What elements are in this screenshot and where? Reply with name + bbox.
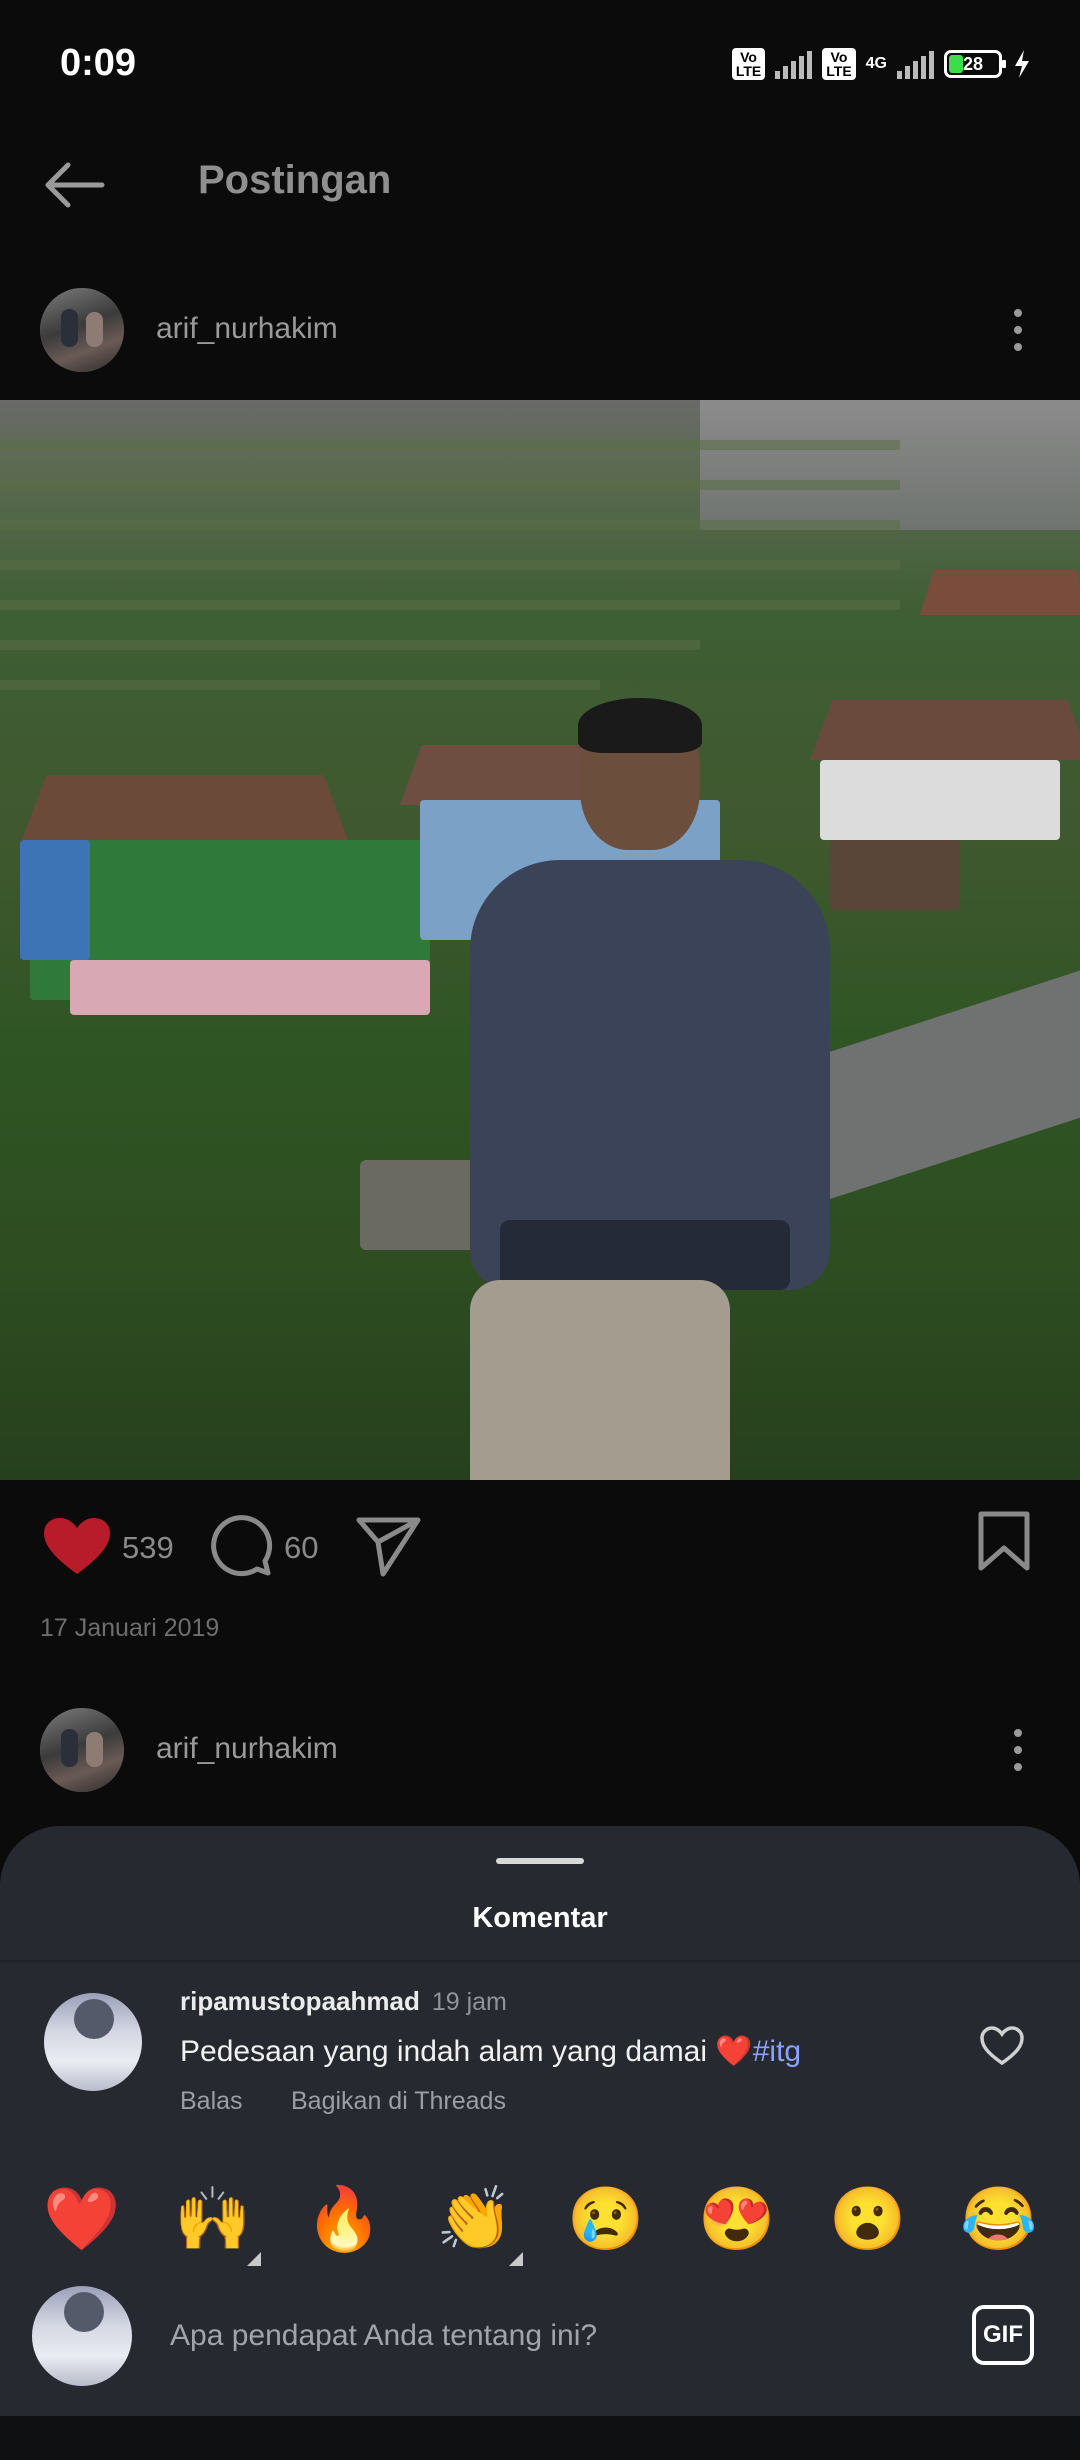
gif-button[interactable]: GIF: [972, 2305, 1034, 2365]
comment-like-icon[interactable]: [980, 2026, 1024, 2066]
network-type: 4G: [865, 55, 887, 72]
next-post-username[interactable]: arif_nurhakim: [156, 1732, 338, 1766]
commenter-username[interactable]: ripamustopaahmad: [180, 1986, 420, 2016]
next-post-more-icon[interactable]: [998, 1720, 1038, 1780]
current-user-avatar: [32, 2286, 132, 2386]
comment-heart-emoji: ❤️: [715, 2035, 753, 2068]
status-time: 0:09: [60, 42, 137, 84]
comment-body: Pedesaan yang indah alam yang damai: [180, 2035, 716, 2068]
comment-time: 19 jam: [431, 1988, 507, 2016]
back-arrow-icon[interactable]: [40, 155, 110, 215]
charging-icon: [1015, 50, 1029, 78]
emoji-heart-eyes[interactable]: 😍: [697, 2180, 777, 2260]
emoji-heart[interactable]: ❤️: [42, 2180, 122, 2260]
status-icons: Vo LTE Vo LTE 4G 28: [731, 44, 1032, 84]
status-bar: 0:09 Vo LTE Vo LTE 4G 28: [0, 0, 1080, 120]
sheet-divider: [0, 1960, 1080, 1962]
emoji-clapping[interactable]: 👏: [435, 2180, 523, 2266]
battery-level: 28: [962, 53, 984, 74]
sheet-drag-handle[interactable]: [496, 1858, 584, 1864]
emoji-laughing[interactable]: 😂: [959, 2180, 1039, 2260]
author-avatar[interactable]: [40, 288, 124, 372]
comments-count[interactable]: 60: [284, 1530, 318, 1566]
post-date: 17 Januari 2019: [40, 1614, 220, 1642]
post-photo[interactable]: [0, 400, 1080, 1480]
author-username[interactable]: arif_nurhakim: [156, 312, 338, 346]
share-threads-button[interactable]: Bagikan di Threads: [291, 2087, 506, 2116]
sheet-title: Komentar: [472, 1902, 608, 1934]
next-post-avatar[interactable]: [40, 1708, 124, 1792]
volte-icon-2: Vo LTE: [822, 48, 856, 80]
volte-icon: Vo LTE: [731, 48, 766, 80]
emoji-fire[interactable]: 🔥: [304, 2180, 384, 2260]
share-send-icon[interactable]: [356, 1515, 422, 1577]
comment-text: Pedesaan yang indah alam yang damai ❤️#i…: [180, 2034, 801, 2069]
signal-icon: [775, 49, 813, 79]
comment-hashtag[interactable]: #itg: [753, 2035, 801, 2068]
emoji-crying[interactable]: 😢: [566, 2180, 646, 2260]
battery-icon: 28: [944, 50, 1006, 78]
comment-header: ripamustopaahmad 19 jam: [180, 1986, 507, 2017]
commenter-avatar[interactable]: [44, 1993, 142, 2091]
app-header: [0, 120, 1080, 250]
system-nav-bar: [0, 2416, 1080, 2460]
reply-button[interactable]: Balas: [180, 2087, 243, 2116]
bookmark-icon[interactable]: [976, 1510, 1032, 1572]
emoji-surprised[interactable]: 😮: [828, 2180, 908, 2260]
emoji-quick-bar: ❤️ 🙌 🔥 👏 😢 😍 😮 😂: [0, 2180, 1080, 2270]
page-title: Postingan: [198, 158, 392, 202]
comment-input[interactable]: [150, 2298, 930, 2374]
like-heart-icon[interactable]: [42, 1516, 112, 1578]
more-options-icon[interactable]: [998, 300, 1038, 360]
signal-icon-2: [897, 49, 934, 79]
likes-count[interactable]: 539: [122, 1530, 174, 1566]
comment-icon[interactable]: [208, 1512, 274, 1578]
emoji-raising-hands[interactable]: 🙌: [173, 2180, 261, 2266]
